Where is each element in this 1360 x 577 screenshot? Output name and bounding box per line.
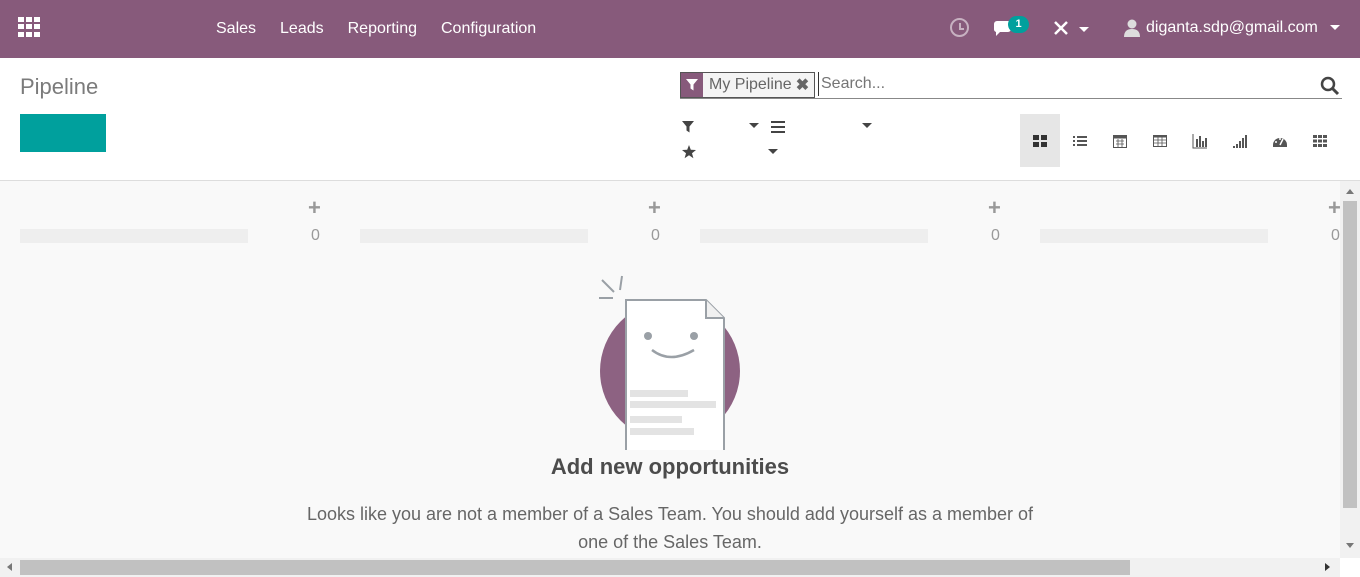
vertical-scrollbar[interactable] — [1340, 181, 1360, 558]
user-menu[interactable]: diganta.sdp@gmail.com — [1146, 19, 1318, 37]
kanban-column: + 0 — [1020, 181, 1340, 261]
chevron-down-icon — [749, 123, 759, 128]
bar-chart-icon — [1192, 133, 1207, 148]
dashboard-view-button[interactable] — [1260, 114, 1300, 167]
main-menu: Sales Leads Reporting Configuration — [204, 0, 548, 58]
add-card-icon[interactable]: + — [988, 195, 1001, 221]
column-count: 0 — [311, 227, 320, 244]
dashboard-icon — [1273, 137, 1287, 147]
kanban-column: + 0 — [0, 181, 340, 261]
debug-tools-icon[interactable] — [1053, 20, 1089, 38]
chevron-down-icon — [862, 123, 872, 128]
cohort-view-button[interactable] — [1220, 114, 1260, 167]
scroll-left-icon[interactable] — [7, 563, 12, 571]
group-by-button[interactable] — [771, 119, 875, 137]
search-bar: My Pipeline ✖ — [680, 70, 1342, 99]
filters-button[interactable] — [682, 119, 762, 137]
view-switcher — [1020, 114, 1340, 167]
graph-view-button[interactable] — [1180, 114, 1220, 167]
chevron-down-icon — [768, 149, 778, 154]
scroll-right-icon[interactable] — [1325, 563, 1330, 571]
menu-item-leads[interactable]: Leads — [268, 20, 336, 38]
kanban-column: + 0 — [680, 181, 1020, 261]
chevron-down-icon[interactable] — [1330, 25, 1340, 30]
column-count: 0 — [1331, 227, 1340, 244]
empty-state-text: Looks like you are not a member of a Sal… — [306, 504, 1034, 552]
pivot-view-button[interactable] — [1140, 114, 1180, 167]
scroll-thumb[interactable] — [20, 560, 1130, 575]
menu-item-configuration[interactable]: Configuration — [429, 20, 548, 38]
scroll-down-icon[interactable] — [1346, 543, 1354, 548]
column-progress-bar — [20, 229, 248, 243]
calendar-icon — [1113, 134, 1127, 148]
activities-clock-icon[interactable] — [950, 18, 969, 37]
search-input[interactable] — [818, 72, 1298, 96]
kanban-view-button[interactable] — [1020, 114, 1060, 167]
column-count: 0 — [991, 227, 1000, 244]
add-card-icon[interactable]: + — [308, 195, 321, 221]
column-progress-bar — [700, 229, 928, 243]
calendar-view-button[interactable] — [1100, 114, 1140, 167]
filter-icon — [682, 121, 694, 133]
messages-count-badge: 1 — [1008, 16, 1029, 33]
star-icon — [682, 145, 696, 159]
facet-remove-icon[interactable]: ✖ — [796, 75, 814, 95]
kanban-column: + 0 — [340, 181, 680, 261]
add-card-icon[interactable]: + — [1328, 195, 1340, 221]
apps-menu-icon[interactable] — [18, 17, 42, 37]
list-view-button[interactable] — [1060, 114, 1100, 167]
top-navbar: Sales Leads Reporting Configuration 1 di… — [0, 0, 1360, 58]
scroll-up-icon[interactable] — [1346, 189, 1354, 194]
horizontal-scrollbar[interactable] — [0, 558, 1340, 577]
grid-icon — [1313, 134, 1327, 147]
bars-icon — [771, 121, 785, 133]
add-card-icon[interactable]: + — [648, 195, 661, 221]
search-facet: My Pipeline ✖ — [680, 72, 816, 98]
column-progress-bar — [1040, 229, 1268, 243]
list-icon — [1073, 135, 1087, 146]
filter-icon — [681, 73, 703, 97]
user-avatar-icon[interactable] — [1124, 19, 1140, 37]
page-title: Pipeline — [20, 74, 99, 99]
facet-value: My Pipeline — [709, 76, 792, 93]
scrollbar-corner — [1340, 558, 1360, 577]
signal-icon — [1233, 134, 1247, 148]
grid-view-button[interactable] — [1300, 114, 1340, 167]
menu-item-sales[interactable]: Sales — [204, 20, 268, 38]
control-panel: Pipeline My Pipeline ✖ — [0, 58, 1360, 181]
scroll-thumb[interactable] — [1343, 201, 1357, 508]
create-button[interactable] — [20, 114, 106, 152]
column-count: 0 — [651, 227, 660, 244]
empty-state-illustration — [599, 275, 740, 450]
column-progress-bar — [360, 229, 588, 243]
menu-item-reporting[interactable]: Reporting — [336, 20, 429, 38]
favorites-button[interactable] — [682, 144, 782, 162]
kanban-icon — [1033, 134, 1047, 147]
empty-state-title: Add new opportunities — [550, 454, 790, 479]
search-icon[interactable] — [1320, 76, 1340, 96]
table-icon — [1153, 134, 1167, 147]
